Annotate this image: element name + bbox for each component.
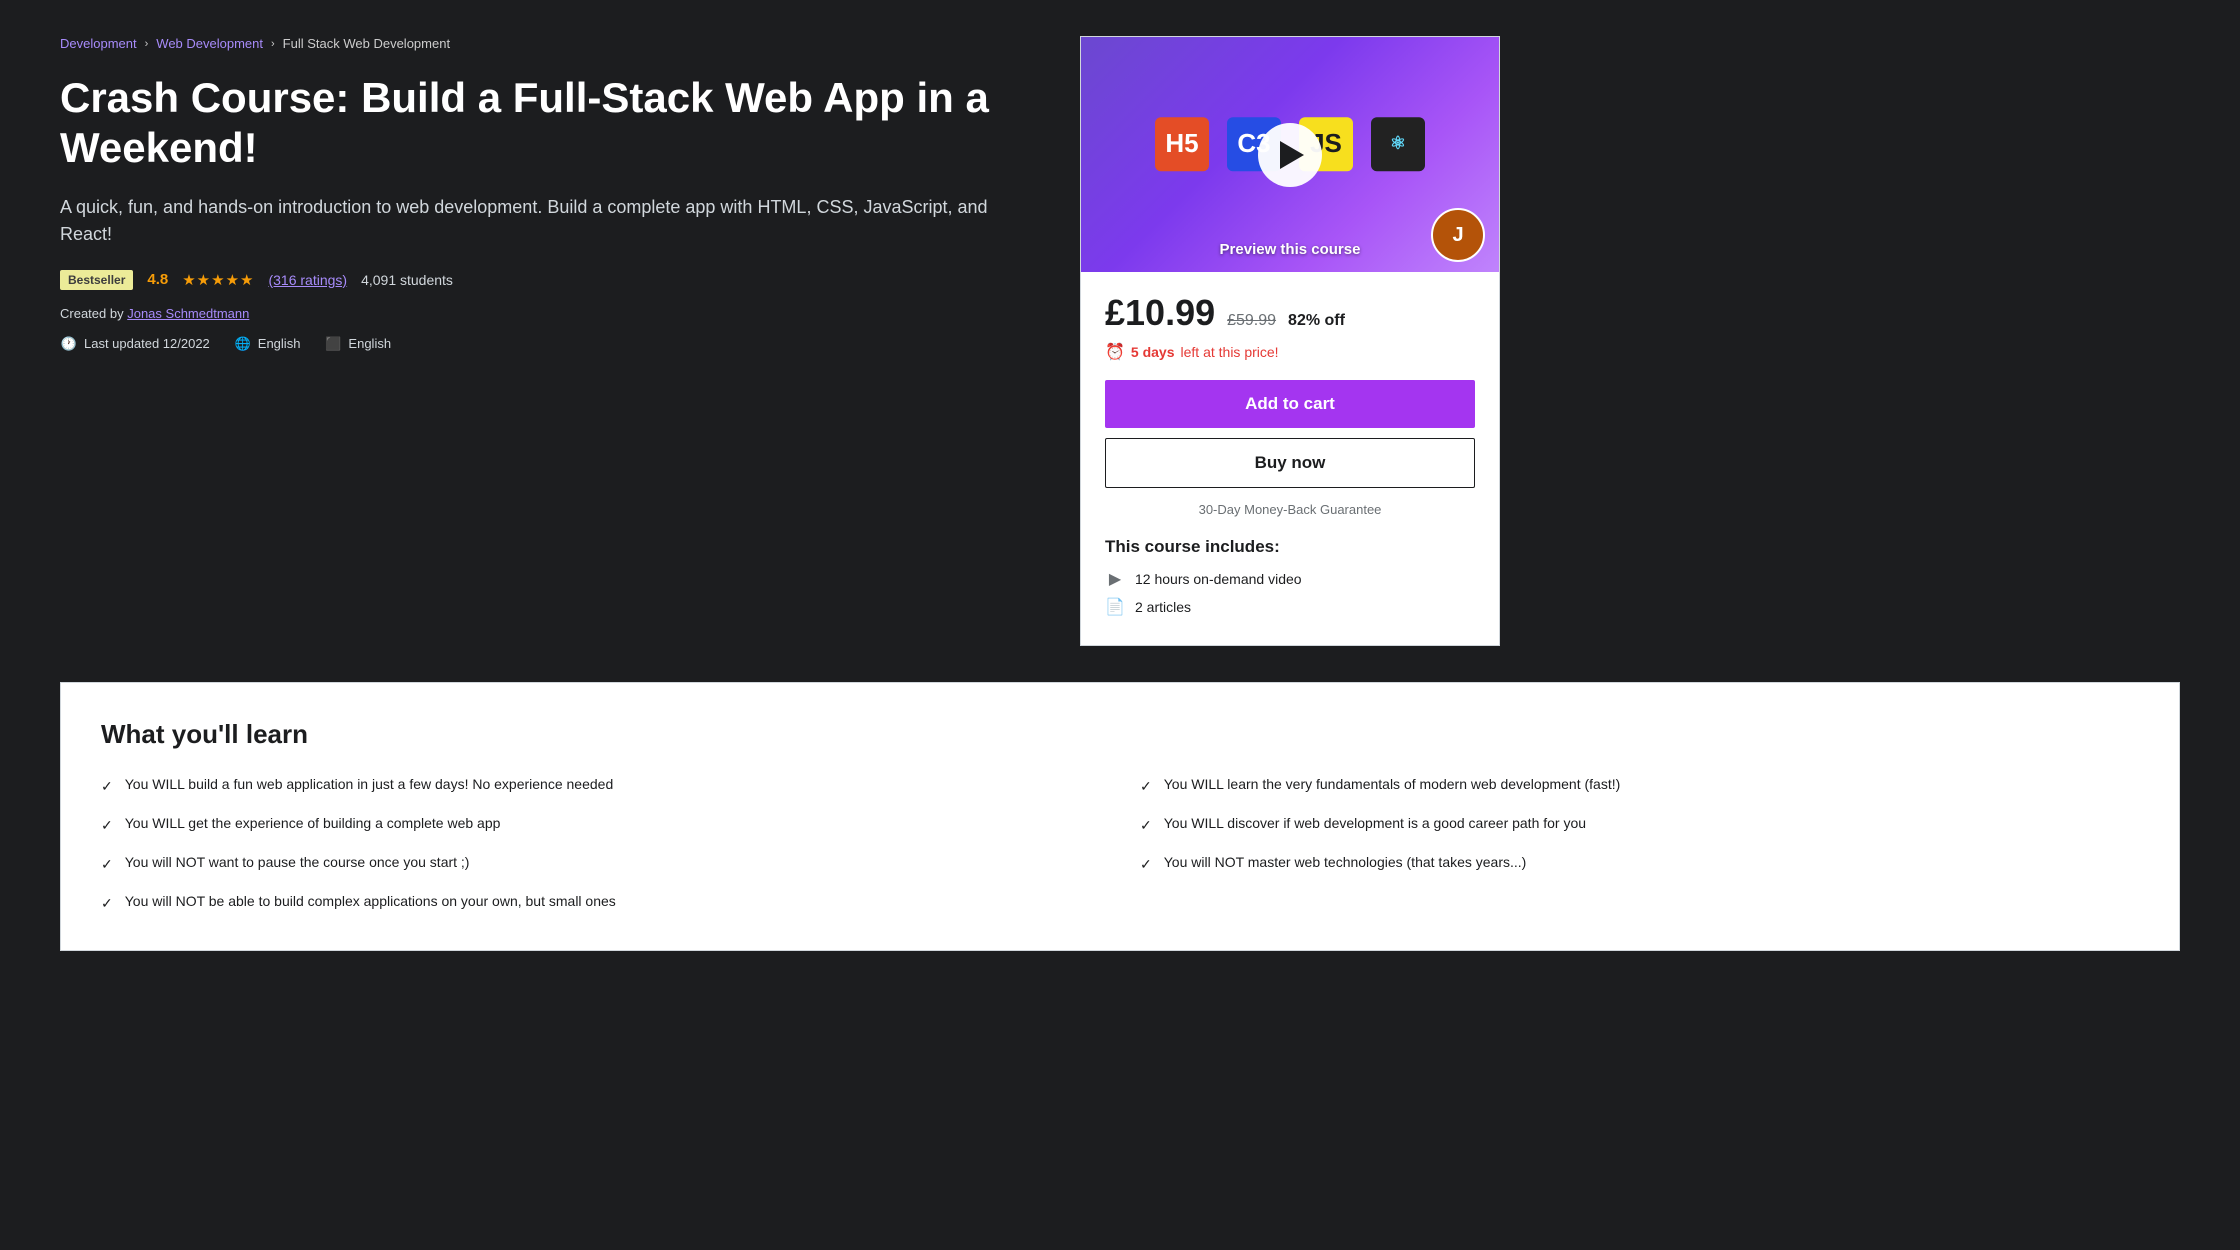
header-section: Development › Web Development › Full Sta… [0, 0, 2240, 682]
course-subtitle: A quick, fun, and hands-on introduction … [60, 194, 1040, 248]
learn-item-2: ✓ You will NOT want to pause the course … [101, 852, 1100, 875]
students-count: 4,091 students [361, 272, 453, 288]
meta-row: 🕐 Last updated 12/2022 🌐 English ⬛ Engli… [60, 335, 1040, 353]
includes-articles-text: 2 articles [1135, 599, 1191, 615]
breadcrumb-development[interactable]: Development [60, 36, 137, 51]
timer-days: 5 days [1131, 344, 1175, 360]
main-content: Development › Web Development › Full Sta… [60, 36, 1040, 646]
includes-list: ▶ 12 hours on-demand video 📄 2 articles [1105, 569, 1475, 617]
add-to-cart-button[interactable]: Add to cart [1105, 380, 1475, 428]
rating-row: Bestseller 4.8 ★★★★★ (316 ratings) 4,091… [60, 270, 1040, 290]
caption-icon: ⬛ [324, 335, 342, 353]
breadcrumb-sep-1: › [145, 38, 149, 50]
creator-link[interactable]: Jonas Schmedtmann [127, 306, 249, 321]
rating-count[interactable]: (316 ratings) [268, 272, 347, 288]
play-button[interactable] [1258, 123, 1322, 187]
course-preview[interactable]: H5 C3 JS ⚛ Preview this course J [1081, 37, 1499, 272]
language-item: 🌐 English [234, 335, 301, 353]
learn-text-1: You WILL build a fun web application in … [125, 774, 614, 795]
react-icon: ⚛ [1371, 117, 1425, 171]
learn-item-3: ✓ You WILL learn the very fundamentals o… [1140, 774, 2139, 797]
page-wrapper: Development › Web Development › Full Sta… [0, 0, 2240, 951]
original-price: £59.99 [1227, 312, 1276, 330]
last-updated-item: 🕐 Last updated 12/2022 [60, 335, 210, 353]
learn-item-1: ✓ You WILL build a fun web application i… [101, 774, 1100, 797]
check-icon-6: ✓ [101, 893, 113, 914]
breadcrumb-sep-2: › [271, 38, 275, 50]
learn-text-3: You WILL learn the very fundamentals of … [1164, 774, 1621, 795]
creator-row: Created by Jonas Schmedtmann [60, 306, 1040, 321]
language-text: English [258, 336, 301, 351]
bestseller-badge: Bestseller [60, 270, 133, 290]
learn-text-6: You will NOT be able to build complex ap… [125, 891, 616, 912]
clock-icon: 🕐 [60, 335, 78, 353]
caption-item: ⬛ English [324, 335, 391, 353]
rating-number: 4.8 [147, 271, 168, 288]
check-icon-7: ✓ [1140, 815, 1152, 836]
learn-item-7: ✓ You WILL discover if web development i… [1140, 813, 2139, 836]
includes-articles-item: 📄 2 articles [1105, 597, 1475, 617]
current-price: £10.99 [1105, 292, 1215, 334]
last-updated-text: Last updated 12/2022 [84, 336, 210, 351]
timer-text: left at this price! [1181, 344, 1279, 360]
includes-video-item: ▶ 12 hours on-demand video [1105, 569, 1475, 589]
discount-text: 82% off [1288, 312, 1345, 330]
buy-now-button[interactable]: Buy now [1105, 438, 1475, 488]
learn-text-4: You will NOT master web technologies (th… [1164, 852, 1527, 873]
check-icon-2: ✓ [101, 854, 113, 875]
learn-grid: ✓ You WILL build a fun web application i… [101, 774, 2139, 914]
guarantee-text: 30-Day Money-Back Guarantee [1105, 502, 1475, 517]
video-icon: ▶ [1105, 569, 1125, 589]
price-row: £10.99 £59.99 82% off [1105, 292, 1475, 334]
check-icon-4: ✓ [1140, 854, 1152, 875]
course-title: Crash Course: Build a Full-Stack Web App… [60, 73, 1040, 174]
learn-item-4: ✓ You will NOT master web technologies (… [1140, 852, 2139, 875]
learn-text-7: You WILL discover if web development is … [1164, 813, 1586, 834]
course-card: H5 C3 JS ⚛ Preview this course J £10.99 … [1080, 36, 1500, 646]
play-triangle-icon [1280, 141, 1304, 169]
includes-video-text: 12 hours on-demand video [1135, 571, 1302, 587]
check-icon-5: ✓ [101, 815, 113, 836]
learn-item-5: ✓ You WILL get the experience of buildin… [101, 813, 1100, 836]
learn-text-5: You WILL get the experience of building … [125, 813, 501, 834]
breadcrumb-webdev[interactable]: Web Development [156, 36, 263, 51]
learn-title: What you'll learn [101, 719, 2139, 750]
learn-section: What you'll learn ✓ You WILL build a fun… [60, 682, 2180, 951]
breadcrumb-fullstack: Full Stack Web Development [283, 36, 450, 51]
alarm-icon: ⏰ [1105, 342, 1125, 362]
html-icon: H5 [1155, 117, 1209, 171]
article-icon: 📄 [1105, 597, 1125, 617]
breadcrumb: Development › Web Development › Full Sta… [60, 36, 1040, 51]
learn-text-2: You will NOT want to pause the course on… [125, 852, 470, 873]
check-icon-1: ✓ [101, 776, 113, 797]
globe-icon: 🌐 [234, 335, 252, 353]
avatar: J [1431, 208, 1485, 262]
creator-prefix: Created by [60, 306, 124, 321]
card-body: £10.99 £59.99 82% off ⏰ 5 days left at t… [1081, 272, 1499, 645]
timer-row: ⏰ 5 days left at this price! [1105, 342, 1475, 362]
caption-language-text: English [348, 336, 391, 351]
stars-icon: ★★★★★ [182, 271, 254, 289]
check-icon-3: ✓ [1140, 776, 1152, 797]
includes-title: This course includes: [1105, 537, 1475, 557]
learn-item-6: ✓ You will NOT be able to build complex … [101, 891, 1100, 914]
